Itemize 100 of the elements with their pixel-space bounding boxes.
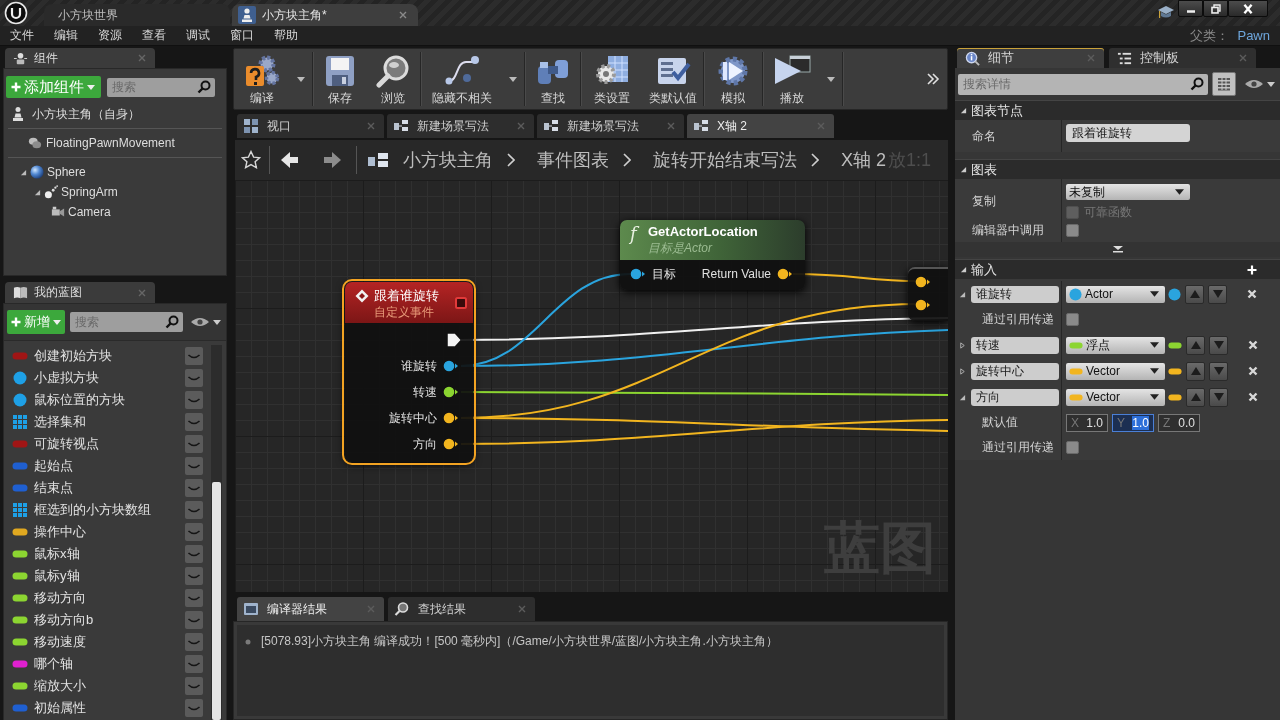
section-header[interactable]: 图表 bbox=[955, 159, 1280, 179]
move-up-button[interactable] bbox=[1186, 361, 1205, 381]
component-item[interactable]: FloatingPawnMovement bbox=[4, 133, 226, 153]
variable-item[interactable]: 选择集和 bbox=[12, 411, 211, 433]
variable-item[interactable]: 起始点 bbox=[12, 455, 211, 477]
pin-icon[interactable] bbox=[443, 360, 459, 372]
restore-button[interactable] bbox=[1203, 0, 1228, 17]
section-header[interactable]: 图表节点 bbox=[955, 100, 1280, 120]
closed-eye-icon[interactable] bbox=[185, 391, 203, 409]
checkbox[interactable] bbox=[1066, 313, 1079, 326]
closed-eye-icon[interactable] bbox=[185, 501, 203, 519]
class-settings-button[interactable]: 类设置 bbox=[581, 52, 642, 106]
breadcrumb-link[interactable]: 小方块主角 bbox=[403, 148, 493, 172]
close-icon[interactable] bbox=[137, 287, 147, 298]
function-node[interactable]: f GetActorLocation 目标是Actor 目标 Return Value bbox=[620, 220, 805, 290]
closed-eye-icon[interactable] bbox=[185, 413, 203, 431]
expand-arrow-icon[interactable] bbox=[959, 341, 966, 349]
document-tab[interactable]: 小方块主角* bbox=[232, 4, 418, 26]
closed-eye-icon[interactable] bbox=[185, 545, 203, 563]
pin-type-icon[interactable] bbox=[1168, 341, 1182, 349]
find-button[interactable]: 查找 bbox=[525, 52, 580, 106]
pin-icon[interactable] bbox=[777, 268, 793, 280]
event-node[interactable]: 跟着谁旋转 自定义事件 谁旋转 转速 旋转中心 方向 bbox=[345, 282, 473, 462]
type-dropdown[interactable]: 浮点 bbox=[1066, 336, 1165, 354]
variable-item[interactable]: 可旋转视点 bbox=[12, 433, 211, 455]
checkbox[interactable] bbox=[1066, 441, 1079, 454]
graph-tab[interactable]: X轴 2 bbox=[687, 114, 834, 138]
closed-eye-icon[interactable] bbox=[185, 589, 203, 607]
delegate-pin-icon[interactable] bbox=[455, 297, 467, 309]
expand-arrow-icon[interactable] bbox=[34, 188, 41, 196]
component-item[interactable]: Camera bbox=[4, 202, 226, 222]
closed-eye-icon[interactable] bbox=[185, 567, 203, 585]
delete-icon[interactable] bbox=[1247, 289, 1257, 299]
menu-item[interactable]: 窗口 bbox=[220, 27, 264, 44]
graph-tab[interactable]: 视口 bbox=[237, 114, 384, 138]
play-button[interactable]: 播放 bbox=[763, 52, 820, 106]
move-down-button[interactable] bbox=[1209, 335, 1228, 355]
move-down-button[interactable] bbox=[1209, 361, 1228, 381]
delete-icon[interactable] bbox=[1248, 366, 1258, 376]
expand-arrow-icon[interactable] bbox=[959, 290, 966, 298]
variable-item[interactable]: 鼠标位置的方块 bbox=[12, 389, 211, 411]
pin-icon[interactable] bbox=[443, 438, 459, 450]
search-icon[interactable] bbox=[197, 80, 211, 94]
component-item[interactable]: Sphere bbox=[4, 162, 226, 182]
closed-eye-icon[interactable] bbox=[185, 633, 203, 651]
variable-item[interactable]: 结束点 bbox=[12, 477, 211, 499]
variable-item[interactable]: 鼠标x轴 bbox=[12, 543, 211, 565]
closed-eye-icon[interactable] bbox=[185, 611, 203, 629]
search-field[interactable]: 搜索详情 bbox=[958, 73, 1208, 95]
close-button[interactable] bbox=[1228, 0, 1268, 17]
breadcrumb-link[interactable]: 旋转开始结束写法 bbox=[653, 148, 797, 172]
variable-item[interactable]: 框选到的小方块数组 bbox=[12, 499, 211, 521]
close-icon[interactable] bbox=[398, 10, 408, 20]
close-icon[interactable] bbox=[516, 121, 526, 131]
graph-tab[interactable]: 新建场景写法 bbox=[537, 114, 684, 138]
pin-type-icon[interactable] bbox=[1168, 287, 1181, 301]
delete-icon[interactable] bbox=[1248, 392, 1258, 402]
expand-advanced-icon[interactable] bbox=[1111, 245, 1124, 253]
expand-arrow-icon[interactable] bbox=[959, 393, 966, 401]
panel-tab[interactable]: 我的蓝图 bbox=[5, 282, 155, 303]
move-up-button[interactable] bbox=[1186, 387, 1205, 407]
menu-item[interactable]: 资源 bbox=[88, 27, 132, 44]
closed-eye-icon[interactable] bbox=[185, 523, 203, 541]
compile-button[interactable]: 编译 bbox=[234, 52, 290, 106]
delete-icon[interactable] bbox=[1248, 340, 1258, 350]
type-dropdown[interactable]: Vector bbox=[1066, 388, 1165, 406]
close-icon[interactable] bbox=[666, 121, 676, 131]
panel-tab[interactable]: 组件 bbox=[5, 48, 155, 68]
pin-icon[interactable] bbox=[443, 386, 459, 398]
forward-arrow-icon[interactable] bbox=[322, 150, 342, 170]
parameter-name-field[interactable]: 方向 bbox=[971, 388, 1059, 406]
type-dropdown[interactable]: Actor bbox=[1066, 285, 1165, 303]
parameter-name-field[interactable]: 转速 bbox=[971, 336, 1059, 354]
browse-button[interactable]: 浏览 bbox=[366, 52, 420, 106]
closed-eye-icon[interactable] bbox=[185, 435, 203, 453]
variable-item[interactable]: 初始属性 bbox=[12, 697, 211, 719]
simulate-button[interactable]: 模拟 bbox=[704, 52, 762, 106]
closed-eye-icon[interactable] bbox=[185, 369, 203, 387]
class-defaults-button[interactable]: 类默认值 bbox=[642, 52, 703, 106]
variable-item[interactable]: 移动方向b bbox=[12, 609, 211, 631]
variable-item[interactable]: 缩放大小 bbox=[12, 675, 211, 697]
breadcrumb-link[interactable]: 事件图表 bbox=[537, 148, 609, 172]
star-icon[interactable] bbox=[241, 150, 261, 170]
pin-icon[interactable] bbox=[915, 275, 931, 288]
expand-arrow-icon[interactable] bbox=[20, 168, 27, 176]
variable-item[interactable]: 操作中心 bbox=[12, 521, 211, 543]
menu-item[interactable]: 编辑 bbox=[44, 27, 88, 44]
section-header[interactable]: 输入 bbox=[955, 259, 1280, 279]
pin-icon[interactable] bbox=[630, 268, 646, 280]
type-dropdown[interactable]: Vector bbox=[1066, 362, 1165, 380]
vector-component-field[interactable]: Z 0.0 bbox=[1158, 413, 1200, 432]
menu-item[interactable]: 查看 bbox=[132, 27, 176, 44]
close-icon[interactable] bbox=[517, 604, 527, 614]
close-icon[interactable] bbox=[366, 121, 376, 131]
closed-eye-icon[interactable] bbox=[185, 699, 203, 717]
parameter-name-field[interactable]: 谁旋转 bbox=[971, 285, 1059, 303]
vector-component-field[interactable]: Y 1.0 bbox=[1112, 413, 1154, 432]
parameter-name-field[interactable]: 旋转中心 bbox=[971, 362, 1059, 380]
closed-eye-icon[interactable] bbox=[185, 457, 203, 475]
search-icon[interactable] bbox=[165, 315, 179, 329]
